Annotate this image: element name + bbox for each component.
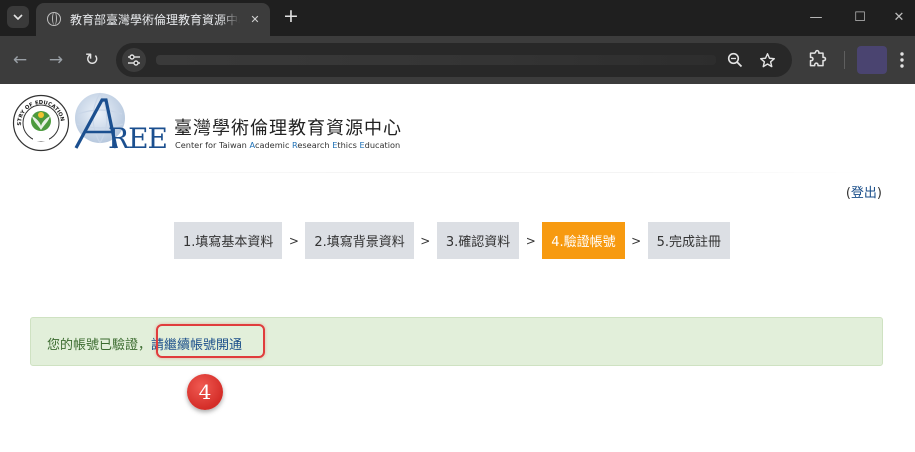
org-name-en-part: Center for Taiwan <box>175 140 250 150</box>
logout-paren-close: ) <box>876 186 882 201</box>
chevron-down-icon <box>13 14 23 20</box>
moe-logo[interactable]: MINISTRY OF EDUCATION 教育部 <box>9 88 70 152</box>
logout-area: (登出) <box>846 182 882 201</box>
aree-logo[interactable]: REE <box>72 92 176 155</box>
annotation-highlight-box <box>156 324 265 358</box>
toolbar-divider <box>844 51 845 69</box>
svg-text:REE: REE <box>108 122 167 154</box>
org-name-english: Center for Taiwan Academic Research Ethi… <box>175 140 400 150</box>
back-button[interactable]: ← <box>9 49 31 71</box>
org-name-chinese: 臺灣學術倫理教育資源中心 <box>174 118 402 139</box>
extensions-icon[interactable] <box>808 49 830 71</box>
org-name-en-part: ducation <box>364 140 401 150</box>
alert-message: 您的帳號已驗證， <box>47 338 152 353</box>
org-name-en-part: thics <box>337 140 360 150</box>
step-number-marker: 4 <box>187 374 223 410</box>
bookmark-star-icon[interactable] <box>758 51 776 69</box>
forward-button[interactable]: → <box>45 49 67 71</box>
org-name-en-part: esearch <box>297 140 333 150</box>
step-2-background-info: 2.填寫背景資料 <box>305 222 414 259</box>
minimize-button[interactable]: — <box>802 6 830 28</box>
step-separator: > <box>420 233 431 248</box>
step-3-confirm-info: 3.確認資料 <box>436 222 520 259</box>
tab-close-icon[interactable]: ✕ <box>247 11 263 27</box>
address-bar[interactable] <box>116 43 792 77</box>
more-menu-icon[interactable] <box>899 51 905 69</box>
registration-steps: 1.填寫基本資料 > 2.填寫背景資料 > 3.確認資料 > 4.驗證帳號 > … <box>174 222 731 259</box>
globe-icon <box>47 12 61 26</box>
browser-tab-bar: 教育部臺灣學術倫理教育資源中心 ✕ + — ☐ ✕ <box>0 0 915 36</box>
tab-title: 教育部臺灣學術倫理教育資源中心 <box>70 11 240 27</box>
page-content: MINISTRY OF EDUCATION 教育部 REE 臺灣學術倫理教育資源… <box>0 84 915 452</box>
tune-icon <box>128 54 140 66</box>
zoom-icon[interactable] <box>726 51 744 69</box>
maximize-button[interactable]: ☐ <box>846 6 874 28</box>
close-window-button[interactable]: ✕ <box>885 6 913 28</box>
step-separator: > <box>525 233 536 248</box>
step-4-verify-account: 4.驗證帳號 <box>542 222 625 259</box>
step-1-basic-info: 1.填寫基本資料 <box>174 222 283 259</box>
org-name-en-part: cademic <box>254 140 293 150</box>
step-separator: > <box>631 233 642 248</box>
profile-avatar[interactable] <box>857 46 887 74</box>
site-info-button[interactable] <box>122 48 146 72</box>
new-tab-button[interactable]: + <box>280 6 302 28</box>
url-redacted <box>156 55 716 65</box>
reload-button[interactable]: ↻ <box>81 49 103 71</box>
browser-toolbar: ← → ↻ <box>0 36 915 84</box>
tab-search-button[interactable] <box>7 6 29 28</box>
browser-tab[interactable]: 教育部臺灣學術倫理教育資源中心 ✕ <box>36 3 270 36</box>
step-5-complete-registration: 5.完成註冊 <box>647 222 731 259</box>
step-separator: > <box>288 233 299 248</box>
logout-link[interactable]: 登出 <box>851 186 877 201</box>
header-divider <box>0 172 915 173</box>
